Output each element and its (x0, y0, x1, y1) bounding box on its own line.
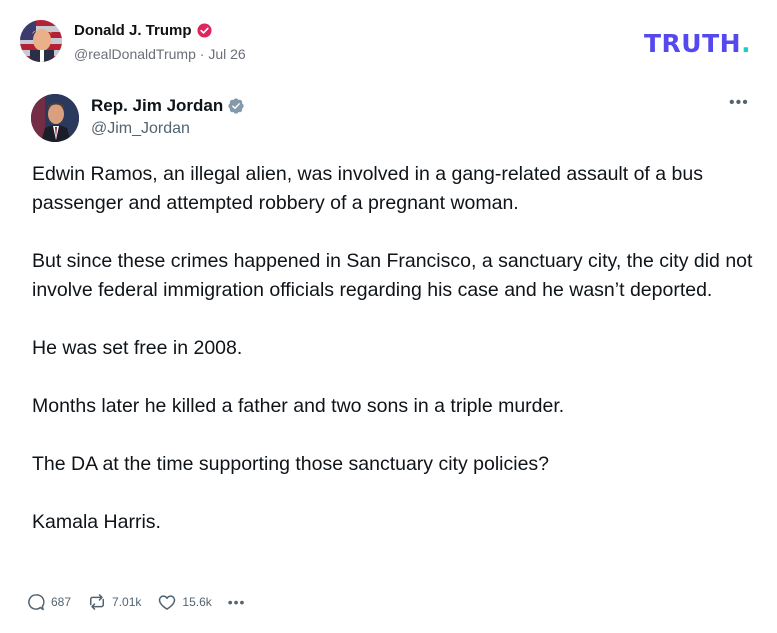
embedded-author-handle[interactable]: @Jim_Jordan (91, 120, 190, 138)
verified-check-icon (228, 98, 244, 114)
author-name[interactable]: Donald J. Trump (74, 22, 212, 39)
embedded-author-name-text: Rep. Jim Jordan (91, 96, 224, 115)
embedded-avatar[interactable] (31, 94, 79, 142)
more-actions-button[interactable]: ••• (228, 594, 246, 610)
avatar[interactable] (20, 20, 62, 62)
post-meta: @realDonaldTrump · Jul 26 (74, 46, 246, 62)
post-paragraph: Months later he killed a father and two … (32, 395, 565, 417)
embedded-post-card: Rep. Jim Jordan @Jim_Jordan ••• Edwin Ra… (0, 80, 777, 633)
avatar-image (20, 20, 62, 62)
truth-logo[interactable]: TRUTH. (644, 29, 751, 58)
verified-badge-icon (196, 23, 212, 38)
post-paragraph: He was set free in 2008. (32, 337, 243, 359)
post-paragraph: Edwin Ramos, an illegal alien, was invol… (32, 163, 703, 214)
views-icon (28, 594, 45, 611)
truth-logo-dot: . (741, 29, 752, 58)
post-body: Edwin Ramos, an illegal alien, was invol… (32, 160, 757, 566)
repost-count: 7.01k (112, 595, 142, 609)
post-paragraph: But since these crimes happened in San F… (32, 250, 753, 301)
author-name-text: Donald J. Trump (74, 22, 192, 39)
heart-icon (159, 595, 176, 610)
meta-separator: · (199, 46, 205, 62)
repost-button[interactable]: 7.01k (87, 592, 141, 612)
views-count: 687 (51, 595, 72, 609)
post-date[interactable]: Jul 26 (208, 46, 245, 62)
post-actions-bar: 687 7.01k 15.6k ••• (26, 591, 245, 613)
embedded-author-name[interactable]: Rep. Jim Jordan (91, 96, 245, 116)
repost-icon (90, 594, 105, 610)
like-button[interactable]: 15.6k (157, 592, 212, 612)
views-button[interactable]: 687 (26, 592, 71, 612)
post-paragraph: The DA at the time supporting those sanc… (32, 453, 550, 475)
embedded-avatar-image (31, 94, 79, 142)
author-handle[interactable]: @realDonaldTrump (74, 46, 196, 62)
truth-logo-text: TRUTH (644, 29, 742, 58)
post-paragraph: Kamala Harris. (32, 511, 161, 533)
truth-post-header: Donald J. Trump @realDonaldTrump · Jul 2… (0, 0, 777, 80)
more-options-button[interactable]: ••• (729, 94, 749, 112)
like-count: 15.6k (182, 595, 212, 609)
